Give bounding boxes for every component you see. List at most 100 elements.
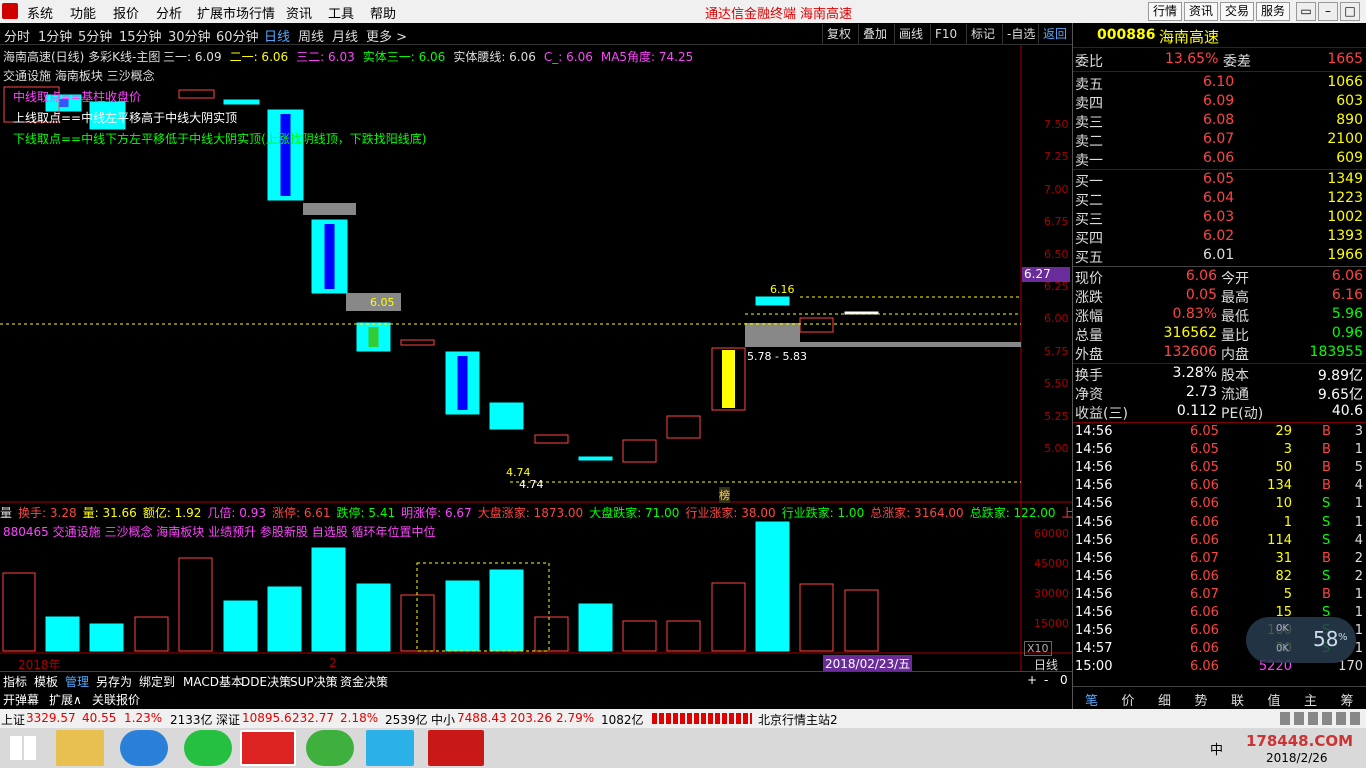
period-monthly[interactable]: 月线 bbox=[332, 26, 358, 45]
period-weekly[interactable]: 周线 bbox=[298, 26, 324, 45]
ask-row[interactable]: 卖一 6.06 609 bbox=[1073, 150, 1366, 169]
volume-bar[interactable] bbox=[578, 603, 613, 652]
volume-bar[interactable] bbox=[622, 620, 657, 652]
wechat-icon[interactable] bbox=[306, 730, 354, 766]
menu-quote[interactable]: 报价 bbox=[113, 3, 139, 22]
volume-bar[interactable] bbox=[844, 589, 879, 652]
period-30min[interactable]: 30分钟 bbox=[168, 26, 211, 45]
volume-bar[interactable] bbox=[711, 582, 746, 652]
tab-bind-to[interactable]: 绑定到 bbox=[139, 673, 175, 690]
tab-indicator[interactable]: 指标 bbox=[3, 673, 27, 690]
candle[interactable] bbox=[799, 317, 834, 333]
restore-icon[interactable]: ▭ bbox=[1296, 2, 1316, 21]
volume-bar[interactable] bbox=[755, 521, 790, 652]
candle[interactable] bbox=[267, 109, 304, 201]
volume-bar[interactable] bbox=[489, 569, 524, 652]
rp-tab[interactable]: 笔 bbox=[1085, 690, 1098, 709]
period-5min[interactable]: 5分钟 bbox=[78, 26, 112, 45]
bid-row[interactable]: 买二 6.04 1223 bbox=[1073, 190, 1366, 209]
ask-row[interactable]: 卖三 6.08 890 bbox=[1073, 112, 1366, 131]
menu-help[interactable]: 帮助 bbox=[370, 3, 396, 22]
menu-extended-market[interactable]: 扩展市场行情 bbox=[197, 3, 275, 22]
bang-badge[interactable]: 榜 bbox=[719, 487, 730, 503]
volume-bar[interactable] bbox=[799, 583, 834, 652]
candle[interactable] bbox=[400, 339, 435, 346]
rp-tab[interactable]: 价 bbox=[1122, 690, 1135, 709]
volume-bar[interactable] bbox=[356, 583, 391, 652]
period-60min[interactable]: 60分钟 bbox=[216, 26, 259, 45]
menu-analysis[interactable]: 分析 bbox=[156, 3, 182, 22]
video-player-icon[interactable] bbox=[366, 730, 414, 766]
volume-bar[interactable] bbox=[311, 547, 346, 652]
candle[interactable] bbox=[223, 99, 260, 105]
bid-row[interactable]: 买三 6.03 1002 bbox=[1073, 209, 1366, 228]
candle[interactable] bbox=[666, 415, 701, 439]
menu-system[interactable]: 系统 bbox=[27, 3, 53, 22]
tab-danmaku[interactable]: 开弹幕 bbox=[3, 691, 39, 708]
zoom-zero-button[interactable]: 0 bbox=[1060, 673, 1068, 687]
tab-expand[interactable]: 扩展∧ bbox=[49, 691, 82, 708]
candle[interactable] bbox=[622, 439, 657, 463]
menu-function[interactable]: 功能 bbox=[70, 3, 96, 22]
ime-indicator[interactable]: 中 bbox=[1210, 739, 1223, 758]
toolbar-remove-watchlist[interactable]: -自选 bbox=[1002, 24, 1039, 44]
top-btn-news[interactable]: 资讯 bbox=[1184, 2, 1218, 21]
candle[interactable] bbox=[311, 219, 348, 294]
bid-row[interactable]: 买一 6.05 1349 bbox=[1073, 171, 1366, 190]
toolbar-mark[interactable]: 标记 bbox=[966, 24, 999, 44]
menu-news[interactable]: 资讯 bbox=[286, 3, 312, 22]
tab-dde[interactable]: DDE决策 bbox=[241, 673, 291, 690]
rp-tab[interactable]: 细 bbox=[1158, 690, 1171, 709]
bid-row[interactable]: 买五 6.01 1966 bbox=[1073, 247, 1366, 266]
ie-browser-icon[interactable] bbox=[120, 730, 168, 766]
rp-tab[interactable]: 值 bbox=[1268, 690, 1281, 709]
toolbar-back[interactable]: 返回 bbox=[1038, 24, 1071, 44]
top-btn-trade[interactable]: 交易 bbox=[1220, 2, 1254, 21]
maximize-icon[interactable]: □ bbox=[1340, 2, 1360, 21]
candle[interactable] bbox=[711, 347, 746, 411]
toolbar-f10[interactable]: F10 bbox=[930, 24, 961, 44]
period-1min[interactable]: 1分钟 bbox=[38, 26, 72, 45]
volume-bar[interactable] bbox=[267, 586, 302, 652]
minimize-icon[interactable]: – bbox=[1318, 2, 1338, 21]
period-15min[interactable]: 15分钟 bbox=[119, 26, 162, 45]
tab-fund[interactable]: 资金决策 bbox=[340, 673, 388, 690]
bid-row[interactable]: 买四 6.02 1393 bbox=[1073, 228, 1366, 247]
candle[interactable] bbox=[178, 89, 215, 99]
start-icon[interactable] bbox=[10, 736, 36, 760]
volume-bar[interactable] bbox=[2, 572, 36, 652]
candle[interactable] bbox=[489, 402, 524, 430]
volume-bar[interactable] bbox=[666, 620, 701, 652]
zoom-minus-button[interactable]: - bbox=[1044, 673, 1048, 687]
rp-tab[interactable]: 势 bbox=[1195, 690, 1208, 709]
candle[interactable] bbox=[356, 322, 391, 352]
volume-bar[interactable] bbox=[134, 616, 169, 652]
period-daily[interactable]: 日线 bbox=[264, 26, 290, 45]
top-btn-service[interactable]: 服务 bbox=[1256, 2, 1290, 21]
volume-bar[interactable] bbox=[223, 600, 258, 652]
top-btn-market[interactable]: 行情 bbox=[1148, 2, 1182, 21]
ask-row[interactable]: 卖五 6.10 1066 bbox=[1073, 74, 1366, 93]
candle[interactable] bbox=[578, 456, 613, 461]
server-name[interactable]: 北京行情主站2 bbox=[758, 711, 838, 728]
music-app-icon[interactable] bbox=[184, 730, 232, 766]
tab-related-quote[interactable]: 关联报价 bbox=[92, 691, 140, 708]
volume-bar[interactable] bbox=[445, 580, 480, 652]
ask-row[interactable]: 卖四 6.09 603 bbox=[1073, 93, 1366, 112]
toolbar-overlay[interactable]: 叠加 bbox=[858, 24, 891, 44]
menu-tools[interactable]: 工具 bbox=[328, 3, 354, 22]
file-explorer-icon[interactable] bbox=[56, 730, 104, 766]
heart-app-icon[interactable] bbox=[428, 730, 484, 766]
volume-bar[interactable] bbox=[45, 616, 80, 652]
volume-bar[interactable] bbox=[534, 616, 569, 652]
ask-row[interactable]: 卖二 6.07 2100 bbox=[1073, 131, 1366, 150]
rp-tab[interactable]: 筹 bbox=[1341, 690, 1354, 709]
candle[interactable] bbox=[445, 351, 480, 415]
tab-manage[interactable]: 管理 bbox=[65, 673, 89, 690]
toolbar-draw[interactable]: 画线 bbox=[894, 24, 927, 44]
volume-bar[interactable] bbox=[89, 623, 124, 652]
zoom-plus-button[interactable]: + bbox=[1027, 673, 1037, 687]
rp-tab[interactable]: 主 bbox=[1304, 690, 1317, 709]
tab-save-as[interactable]: 另存为 bbox=[96, 673, 132, 690]
volume-bar[interactable] bbox=[178, 557, 213, 652]
